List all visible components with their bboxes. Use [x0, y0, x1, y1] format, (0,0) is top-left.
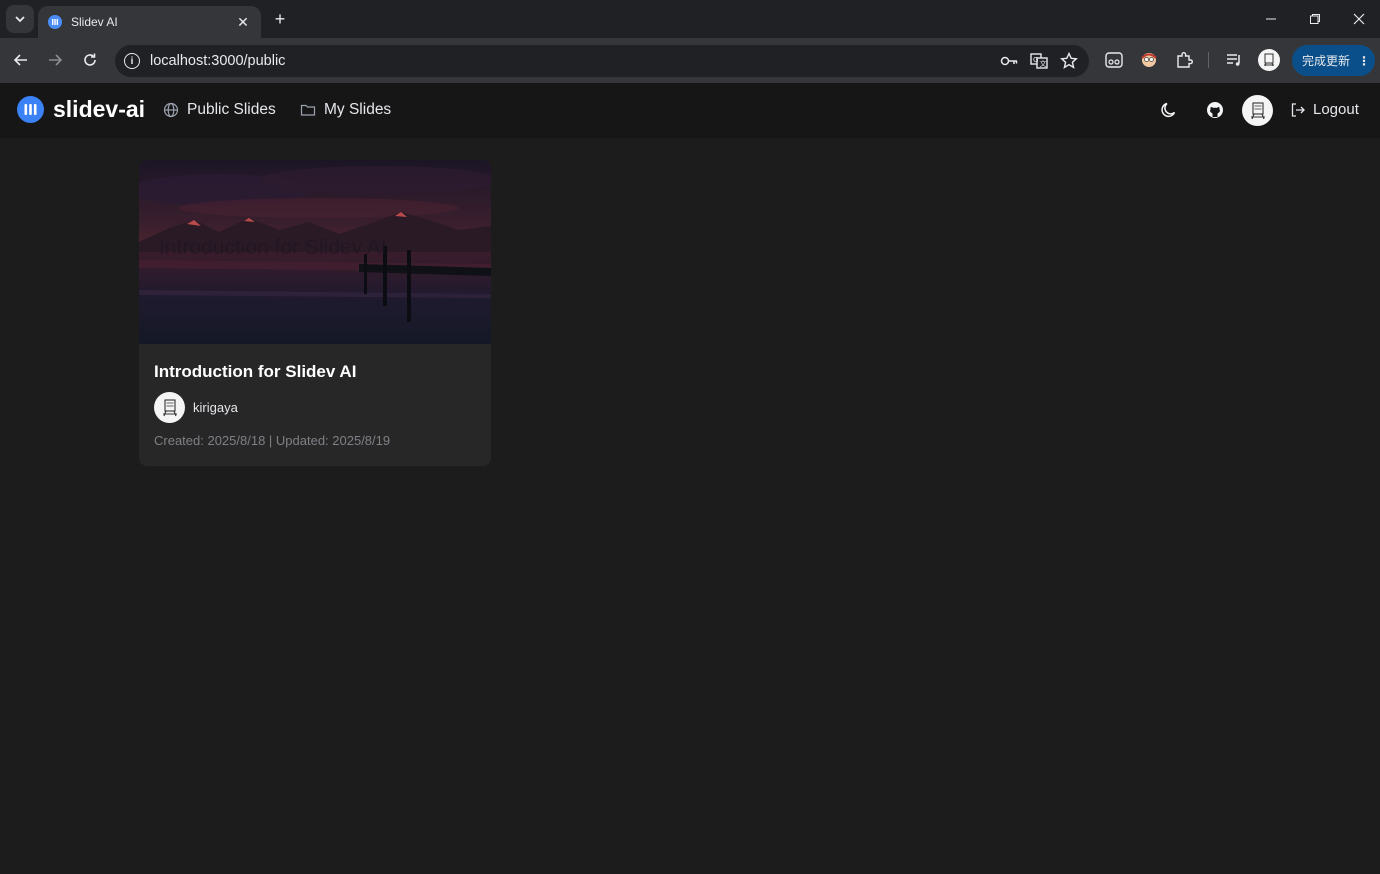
restore-button[interactable] [1303, 8, 1327, 30]
profile-avatar[interactable] [1258, 49, 1280, 71]
nav-public-slides[interactable]: Public Slides [163, 101, 276, 119]
browser-tabstrip: Slidev AI ✕ + [0, 0, 1380, 38]
app-header: slidev-ai Public Slides My Slides Logout [0, 83, 1380, 138]
reload-button[interactable] [79, 49, 101, 71]
new-tab-button[interactable]: + [270, 9, 290, 29]
arrow-left-icon [13, 54, 27, 66]
tab-title: Slidev AI [71, 15, 118, 29]
nav-public-slides-label: Public Slides [187, 101, 276, 118]
thumbnail-slide-title: Introduction for Slidev AI [159, 236, 387, 259]
svg-text:G: G [1033, 56, 1038, 64]
doodle-avatar-icon [162, 398, 177, 416]
logout-button[interactable]: Logout [1290, 101, 1359, 118]
back-button[interactable] [10, 49, 32, 71]
moon-icon [1161, 102, 1176, 118]
slide-card-body: Introduction for Slidev AI kirigaya Crea… [139, 344, 491, 466]
address-bar[interactable]: i localhost:3000/public G文 [115, 45, 1089, 77]
toolbar-divider [1208, 52, 1209, 68]
author-name: kirigaya [193, 400, 238, 415]
face-extension-icon[interactable] [1139, 50, 1159, 70]
user-avatar[interactable] [1242, 95, 1273, 126]
arrow-right-icon [49, 54, 63, 66]
address-bar-url: localhost:3000/public [150, 53, 286, 69]
more-options-icon[interactable]: ⋮ [1358, 54, 1370, 68]
translate-icon[interactable]: G文 [1029, 51, 1049, 71]
github-link[interactable] [1204, 99, 1226, 121]
media-queue-icon[interactable] [1224, 50, 1244, 70]
brand-name[interactable]: slidev-ai [53, 96, 145, 123]
logout-label: Logout [1313, 101, 1359, 118]
close-window-button[interactable] [1347, 8, 1371, 30]
doodle-avatar-icon [1264, 53, 1274, 67]
puzzle-extensions-icon[interactable] [1174, 50, 1194, 70]
tab-search-button[interactable] [6, 5, 34, 33]
nav-my-slides-label: My Slides [324, 101, 392, 118]
slide-thumbnail[interactable]: Introduction for Slidev AI [139, 160, 491, 344]
minimize-button[interactable] [1259, 8, 1283, 30]
site-info-icon[interactable]: i [124, 53, 140, 69]
logout-icon [1291, 102, 1305, 117]
reload-icon [84, 53, 96, 66]
github-icon [1207, 102, 1223, 118]
folder-icon [300, 104, 316, 116]
dark-mode-toggle[interactable] [1158, 99, 1180, 121]
browser-toolbar: i localhost:3000/public G文 完成更新 ⋮ [0, 38, 1380, 83]
slide-dates: Created: 2025/8/18 | Updated: 2025/8/19 [154, 433, 391, 448]
globe-icon [163, 102, 179, 118]
reader-extension-icon[interactable] [1104, 50, 1124, 70]
svg-text:文: 文 [1040, 59, 1047, 68]
update-label: 完成更新 [1302, 54, 1351, 68]
slide-author: kirigaya [154, 392, 476, 423]
slidev-logo-icon[interactable] [17, 96, 44, 123]
author-avatar [154, 392, 185, 423]
doodle-avatar-icon [1250, 101, 1265, 119]
nav-my-slides[interactable]: My Slides [300, 101, 391, 119]
update-browser-button[interactable]: 完成更新 ⋮ [1292, 45, 1375, 76]
slidev-favicon-icon [48, 15, 62, 29]
browser-tab[interactable]: Slidev AI ✕ [38, 6, 261, 38]
chevron-down-icon [15, 16, 25, 23]
forward-button[interactable] [44, 49, 66, 71]
key-icon[interactable] [999, 51, 1019, 71]
star-icon[interactable] [1059, 51, 1079, 71]
slide-card[interactable]: Introduction for Slidev AI Introduction … [139, 160, 491, 466]
tab-close-icon[interactable]: ✕ [235, 14, 251, 30]
slide-title[interactable]: Introduction for Slidev AI [154, 362, 476, 382]
